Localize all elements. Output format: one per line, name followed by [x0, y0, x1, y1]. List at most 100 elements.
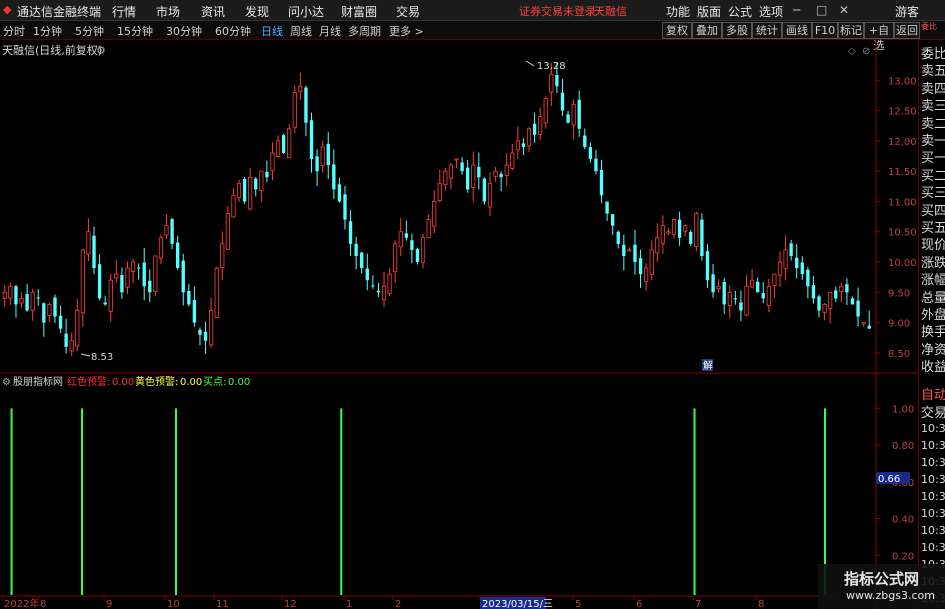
menu-faxian[interactable]: 发现 — [245, 3, 269, 20]
candle-body[interactable] — [822, 304, 827, 313]
candle-body[interactable] — [320, 146, 325, 166]
candle-body[interactable] — [42, 303, 46, 323]
candle-body[interactable] — [275, 140, 281, 157]
candle-body[interactable] — [92, 235, 96, 269]
period-more[interactable]: 更多 > — [389, 23, 424, 39]
candle-body[interactable] — [566, 114, 570, 123]
f10-button[interactable]: F10 — [812, 22, 838, 39]
marker-label[interactable]: 解 — [703, 359, 713, 372]
menu-xuanxiang[interactable]: 选项 — [759, 3, 783, 20]
candle-body[interactable] — [304, 87, 308, 123]
candle-body[interactable] — [671, 219, 677, 235]
candle-body[interactable] — [521, 143, 526, 147]
biaoji-button[interactable]: 标记 — [838, 22, 864, 39]
candle-body[interactable] — [371, 285, 375, 287]
candle-body[interactable] — [376, 290, 381, 293]
candle-body[interactable] — [410, 240, 414, 250]
candle-body[interactable] — [187, 290, 191, 305]
candle-body[interactable] — [14, 286, 18, 305]
candle-body[interactable] — [499, 173, 503, 178]
period-daily[interactable]: 日线 — [261, 23, 283, 39]
side-item-18[interactable]: 收益 — [921, 356, 945, 375]
side-item-6[interactable]: 买一 — [921, 147, 945, 166]
candle-body[interactable] — [164, 225, 169, 236]
candle-body[interactable] — [97, 264, 102, 299]
candle-body[interactable] — [677, 219, 682, 238]
side-item-1[interactable]: 卖五 — [921, 60, 945, 79]
side-item-12[interactable]: 涨跌 — [921, 252, 945, 271]
side-item-8[interactable]: 买三 — [921, 182, 945, 201]
candle-body[interactable] — [254, 178, 258, 190]
candle-body[interactable] — [627, 249, 632, 252]
menu-caifuquan[interactable]: 财富圈 — [341, 3, 377, 20]
candle-body[interactable] — [711, 274, 715, 293]
candle-body[interactable] — [86, 231, 91, 255]
side-item-0[interactable]: 委比 — [921, 43, 945, 62]
candle-body[interactable] — [209, 310, 214, 346]
candle-body[interactable] — [225, 213, 230, 250]
candle-body[interactable] — [549, 73, 554, 93]
candle-body[interactable] — [432, 201, 437, 227]
candle-body[interactable] — [287, 128, 292, 159]
candle-body[interactable] — [571, 104, 576, 126]
candle-body[interactable] — [694, 213, 699, 247]
candle-body[interactable] — [611, 214, 615, 226]
side-item-9[interactable]: 买四 — [921, 200, 945, 219]
candle-body[interactable] — [756, 281, 760, 293]
candle-body[interactable] — [543, 98, 548, 124]
candle-body[interactable] — [839, 285, 844, 292]
maximize-icon[interactable]: □ — [816, 3, 827, 17]
candle-body[interactable] — [120, 275, 124, 293]
candle-body[interactable] — [30, 291, 35, 311]
candle-body[interactable] — [594, 158, 598, 172]
candle-body[interactable] — [259, 170, 264, 192]
candle-body[interactable] — [420, 237, 426, 263]
candle-body[interactable] — [242, 178, 247, 202]
candle-body[interactable] — [214, 267, 219, 318]
candle-body[interactable] — [867, 325, 871, 329]
menu-wenxiaoda[interactable]: 问小达 — [288, 3, 324, 20]
candle-body[interactable] — [655, 237, 660, 254]
candle-body[interactable] — [504, 164, 509, 176]
add-watchlist-button[interactable]: +自选 — [864, 22, 894, 52]
candle-body[interactable] — [80, 249, 85, 314]
candle-body[interactable] — [638, 258, 643, 275]
minimize-icon[interactable]: ─ — [793, 3, 800, 17]
candle-body[interactable] — [326, 143, 330, 166]
candle-body[interactable] — [510, 152, 515, 169]
candle-body[interactable] — [248, 176, 253, 210]
candle-body[interactable] — [2, 291, 7, 299]
candle-body[interactable] — [365, 268, 369, 281]
candle-body[interactable] — [772, 273, 777, 286]
side-item-3[interactable]: 卖三 — [921, 95, 945, 114]
candle-body[interactable] — [766, 285, 771, 306]
side-bottom-item-1[interactable]: 交易 — [921, 402, 945, 421]
indicator-settings-icon[interactable]: ⚙ — [2, 377, 11, 388]
candle-body[interactable] — [360, 252, 364, 269]
candle-body[interactable] — [381, 285, 387, 300]
candle-body[interactable] — [354, 243, 358, 256]
candle-body[interactable] — [689, 232, 693, 244]
menu-gongneng[interactable]: 功能 — [666, 3, 690, 20]
candle-body[interactable] — [460, 162, 464, 172]
candle-body[interactable] — [114, 273, 119, 279]
period-30min[interactable]: 30分钟 — [166, 23, 202, 39]
fuquan-button[interactable]: 复权 — [662, 22, 692, 39]
candle-body[interactable] — [398, 231, 403, 248]
candle-body[interactable] — [700, 219, 704, 256]
back-button[interactable]: 返回 — [894, 22, 920, 39]
candle-body[interactable] — [599, 169, 604, 196]
close-icon[interactable]: ✕ — [839, 3, 849, 17]
candle-body[interactable] — [622, 244, 626, 256]
period-monthly[interactable]: 月线 — [319, 23, 341, 39]
candle-body[interactable] — [265, 171, 269, 178]
candle-body[interactable] — [47, 304, 52, 316]
candle-body[interactable] — [845, 284, 849, 293]
candle-body[interactable] — [538, 116, 543, 135]
candle-body[interactable] — [220, 243, 225, 268]
candle-body[interactable] — [471, 164, 476, 188]
candle-body[interactable] — [727, 291, 732, 306]
candle-body[interactable] — [811, 285, 816, 299]
candle-body[interactable] — [739, 302, 743, 311]
candle-body[interactable] — [777, 261, 783, 276]
